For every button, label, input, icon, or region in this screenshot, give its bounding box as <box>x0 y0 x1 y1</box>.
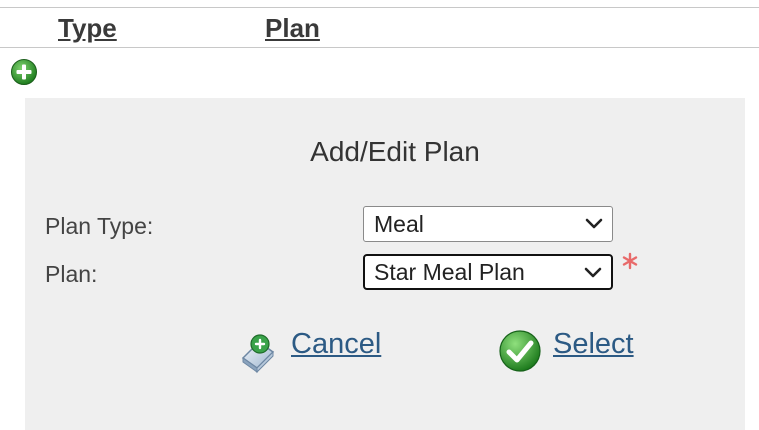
chevron-down-icon <box>583 264 603 282</box>
plan-type-select-box[interactable]: Meal <box>363 206 613 242</box>
column-header-plan[interactable]: Plan <box>265 13 320 43</box>
cancel-label[interactable]: Cancel <box>291 326 381 362</box>
plan-select[interactable]: Star Meal Plan <box>363 254 613 290</box>
panel-title: Add/Edit Plan <box>310 136 480 167</box>
plan-select-value: Star Meal Plan <box>374 259 525 285</box>
plan-select-box[interactable]: Star Meal Plan <box>363 254 613 290</box>
table-header: Type Plan <box>0 7 759 48</box>
check-icon <box>497 328 543 374</box>
plan-type-label: Plan Type: <box>45 213 154 239</box>
plan-type-select-value: Meal <box>374 211 424 237</box>
required-asterisk-icon <box>621 252 639 270</box>
column-header-type[interactable]: Type <box>58 13 117 43</box>
add-edit-plan-panel: Add/Edit Plan Plan Type: Meal Plan: Star… <box>25 98 745 430</box>
select-label[interactable]: Select <box>553 326 634 362</box>
plan-label: Plan: <box>45 261 98 287</box>
cancel-icon <box>235 328 281 374</box>
chevron-down-icon <box>584 215 604 233</box>
plan-type-select[interactable]: Meal <box>363 206 613 242</box>
plus-circle-icon[interactable] <box>10 58 38 86</box>
